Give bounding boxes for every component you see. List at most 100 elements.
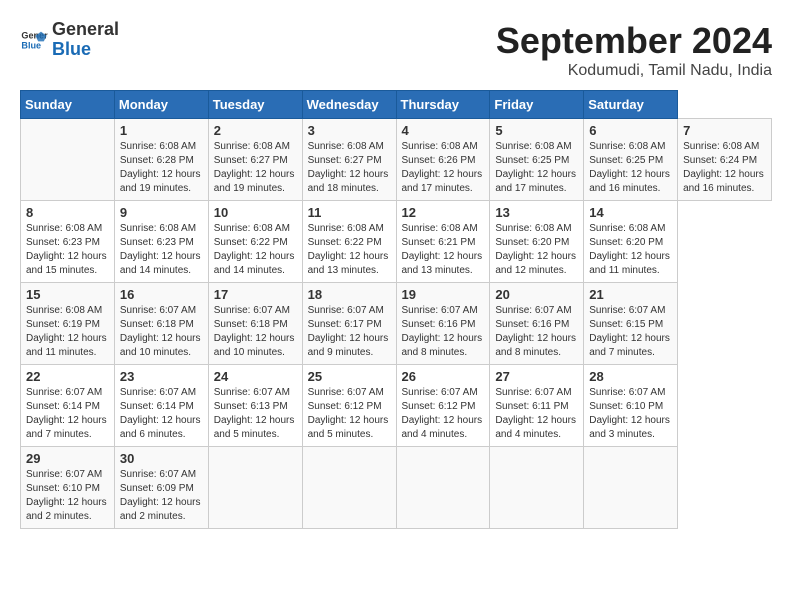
header-saturday: Saturday — [584, 91, 678, 119]
day-detail: Sunrise: 6:08 AMSunset: 6:26 PMDaylight:… — [402, 140, 485, 196]
calendar-day: 13 Sunrise: 6:08 AMSunset: 6:20 PMDaylig… — [490, 201, 584, 283]
calendar-day: 3 Sunrise: 6:08 AMSunset: 6:27 PMDayligh… — [302, 119, 396, 201]
day-detail: Sunrise: 6:08 AMSunset: 6:20 PMDaylight:… — [589, 222, 672, 278]
day-detail: Sunrise: 6:07 AMSunset: 6:18 PMDaylight:… — [214, 304, 297, 360]
day-number: 10 — [214, 205, 297, 220]
calendar-day: 11 Sunrise: 6:08 AMSunset: 6:22 PMDaylig… — [302, 201, 396, 283]
title-block: September 2024 Kodumudi, Tamil Nadu, Ind… — [496, 20, 772, 80]
day-detail: Sunrise: 6:07 AMSunset: 6:12 PMDaylight:… — [402, 386, 485, 442]
day-detail: Sunrise: 6:08 AMSunset: 6:25 PMDaylight:… — [589, 140, 672, 196]
header-row: Sunday Monday Tuesday Wednesday Thursday… — [21, 91, 772, 119]
day-detail: Sunrise: 6:08 AMSunset: 6:20 PMDaylight:… — [495, 222, 578, 278]
calendar-body: 1 Sunrise: 6:08 AMSunset: 6:28 PMDayligh… — [21, 119, 772, 529]
day-number: 16 — [120, 287, 203, 302]
day-detail: Sunrise: 6:07 AMSunset: 6:12 PMDaylight:… — [308, 386, 391, 442]
calendar-header: Sunday Monday Tuesday Wednesday Thursday… — [21, 91, 772, 119]
day-detail: Sunrise: 6:07 AMSunset: 6:10 PMDaylight:… — [26, 468, 109, 524]
day-detail: Sunrise: 6:08 AMSunset: 6:23 PMDaylight:… — [120, 222, 203, 278]
calendar-week-row: 8 Sunrise: 6:08 AMSunset: 6:23 PMDayligh… — [21, 201, 772, 283]
day-number: 23 — [120, 369, 203, 384]
calendar-day: 25 Sunrise: 6:07 AMSunset: 6:12 PMDaylig… — [302, 365, 396, 447]
calendar-table: Sunday Monday Tuesday Wednesday Thursday… — [20, 90, 772, 529]
calendar-week-row: 22 Sunrise: 6:07 AMSunset: 6:14 PMDaylig… — [21, 365, 772, 447]
day-detail: Sunrise: 6:07 AMSunset: 6:10 PMDaylight:… — [589, 386, 672, 442]
day-detail: Sunrise: 6:08 AMSunset: 6:27 PMDaylight:… — [214, 140, 297, 196]
calendar-day: 21 Sunrise: 6:07 AMSunset: 6:15 PMDaylig… — [584, 283, 678, 365]
day-number: 17 — [214, 287, 297, 302]
day-number: 12 — [402, 205, 485, 220]
day-detail: Sunrise: 6:08 AMSunset: 6:28 PMDaylight:… — [120, 140, 203, 196]
day-number: 2 — [214, 123, 297, 138]
calendar-day: 2 Sunrise: 6:08 AMSunset: 6:27 PMDayligh… — [208, 119, 302, 201]
calendar-day — [490, 447, 584, 529]
day-number: 18 — [308, 287, 391, 302]
day-number: 29 — [26, 451, 109, 466]
day-number: 22 — [26, 369, 109, 384]
day-number: 4 — [402, 123, 485, 138]
day-detail: Sunrise: 6:07 AMSunset: 6:11 PMDaylight:… — [495, 386, 578, 442]
calendar-day: 18 Sunrise: 6:07 AMSunset: 6:17 PMDaylig… — [302, 283, 396, 365]
day-number: 9 — [120, 205, 203, 220]
day-number: 30 — [120, 451, 203, 466]
location: Kodumudi, Tamil Nadu, India — [496, 62, 772, 80]
day-number: 6 — [589, 123, 672, 138]
calendar-day — [208, 447, 302, 529]
calendar-week-row: 29 Sunrise: 6:07 AMSunset: 6:10 PMDaylig… — [21, 447, 772, 529]
day-number: 11 — [308, 205, 391, 220]
day-detail: Sunrise: 6:07 AMSunset: 6:14 PMDaylight:… — [26, 386, 109, 442]
day-number: 24 — [214, 369, 297, 384]
calendar-day: 20 Sunrise: 6:07 AMSunset: 6:16 PMDaylig… — [490, 283, 584, 365]
day-detail: Sunrise: 6:08 AMSunset: 6:21 PMDaylight:… — [402, 222, 485, 278]
header-thursday: Thursday — [396, 91, 490, 119]
calendar-day: 4 Sunrise: 6:08 AMSunset: 6:26 PMDayligh… — [396, 119, 490, 201]
logo-icon: General Blue — [20, 26, 48, 54]
calendar-day: 28 Sunrise: 6:07 AMSunset: 6:10 PMDaylig… — [584, 365, 678, 447]
header-sunday: Sunday — [21, 91, 115, 119]
day-number: 26 — [402, 369, 485, 384]
day-number: 25 — [308, 369, 391, 384]
day-detail: Sunrise: 6:08 AMSunset: 6:22 PMDaylight:… — [308, 222, 391, 278]
calendar-day: 14 Sunrise: 6:08 AMSunset: 6:20 PMDaylig… — [584, 201, 678, 283]
header-wednesday: Wednesday — [302, 91, 396, 119]
day-number: 7 — [683, 123, 766, 138]
day-detail: Sunrise: 6:07 AMSunset: 6:15 PMDaylight:… — [589, 304, 672, 360]
calendar-day — [302, 447, 396, 529]
calendar-day: 5 Sunrise: 6:08 AMSunset: 6:25 PMDayligh… — [490, 119, 584, 201]
logo: General Blue General Blue — [20, 20, 119, 60]
calendar-day: 17 Sunrise: 6:07 AMSunset: 6:18 PMDaylig… — [208, 283, 302, 365]
day-number: 3 — [308, 123, 391, 138]
day-number: 27 — [495, 369, 578, 384]
svg-text:Blue: Blue — [21, 40, 41, 50]
day-detail: Sunrise: 6:08 AMSunset: 6:22 PMDaylight:… — [214, 222, 297, 278]
day-detail: Sunrise: 6:07 AMSunset: 6:16 PMDaylight:… — [495, 304, 578, 360]
calendar-day: 10 Sunrise: 6:08 AMSunset: 6:22 PMDaylig… — [208, 201, 302, 283]
calendar-day: 29 Sunrise: 6:07 AMSunset: 6:10 PMDaylig… — [21, 447, 115, 529]
day-detail: Sunrise: 6:08 AMSunset: 6:19 PMDaylight:… — [26, 304, 109, 360]
day-detail: Sunrise: 6:08 AMSunset: 6:27 PMDaylight:… — [308, 140, 391, 196]
calendar-day — [396, 447, 490, 529]
day-detail: Sunrise: 6:07 AMSunset: 6:18 PMDaylight:… — [120, 304, 203, 360]
calendar-day — [584, 447, 678, 529]
calendar-day: 6 Sunrise: 6:08 AMSunset: 6:25 PMDayligh… — [584, 119, 678, 201]
page-header: General Blue General Blue September 2024… — [20, 20, 772, 80]
header-monday: Monday — [114, 91, 208, 119]
day-detail: Sunrise: 6:08 AMSunset: 6:24 PMDaylight:… — [683, 140, 766, 196]
calendar-day: 9 Sunrise: 6:08 AMSunset: 6:23 PMDayligh… — [114, 201, 208, 283]
logo-line2: Blue — [52, 40, 119, 60]
calendar-day — [21, 119, 115, 201]
day-number: 8 — [26, 205, 109, 220]
calendar-day: 1 Sunrise: 6:08 AMSunset: 6:28 PMDayligh… — [114, 119, 208, 201]
calendar-day: 15 Sunrise: 6:08 AMSunset: 6:19 PMDaylig… — [21, 283, 115, 365]
day-number: 13 — [495, 205, 578, 220]
calendar-day: 8 Sunrise: 6:08 AMSunset: 6:23 PMDayligh… — [21, 201, 115, 283]
day-detail: Sunrise: 6:07 AMSunset: 6:17 PMDaylight:… — [308, 304, 391, 360]
calendar-day: 26 Sunrise: 6:07 AMSunset: 6:12 PMDaylig… — [396, 365, 490, 447]
calendar-week-row: 1 Sunrise: 6:08 AMSunset: 6:28 PMDayligh… — [21, 119, 772, 201]
calendar-day: 22 Sunrise: 6:07 AMSunset: 6:14 PMDaylig… — [21, 365, 115, 447]
day-detail: Sunrise: 6:07 AMSunset: 6:14 PMDaylight:… — [120, 386, 203, 442]
day-detail: Sunrise: 6:08 AMSunset: 6:23 PMDaylight:… — [26, 222, 109, 278]
day-detail: Sunrise: 6:07 AMSunset: 6:09 PMDaylight:… — [120, 468, 203, 524]
logo-line1: General — [52, 20, 119, 40]
header-tuesday: Tuesday — [208, 91, 302, 119]
day-number: 21 — [589, 287, 672, 302]
